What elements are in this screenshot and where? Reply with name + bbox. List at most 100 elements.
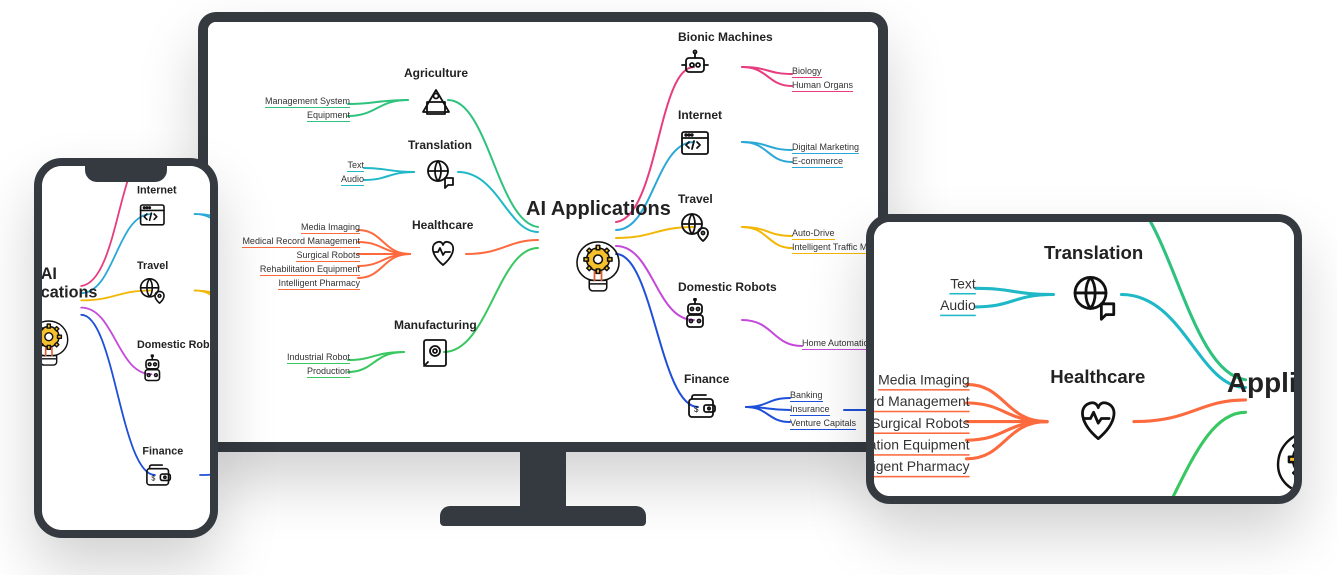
branch-label: Finance bbox=[142, 444, 183, 457]
robot-body-icon bbox=[137, 354, 168, 385]
code-window-icon bbox=[137, 200, 168, 231]
leaf: Venture Capitals bbox=[790, 418, 856, 430]
branch-domestic-robots: Domestic Robots bbox=[137, 338, 210, 385]
branch-travel: Travel bbox=[137, 259, 168, 306]
leaf: E-commerce bbox=[792, 156, 843, 168]
mindmap-title: AI Applications bbox=[526, 198, 671, 221]
leaves-bionic: Biology Human Organs bbox=[792, 66, 853, 92]
mindmap-title: AI Applications bbox=[42, 264, 97, 302]
branch-label: Internet bbox=[678, 108, 722, 122]
leaf: Production bbox=[307, 366, 350, 378]
gear-doc-icon bbox=[418, 336, 452, 370]
leaf: Management System bbox=[265, 96, 350, 108]
globe-speech-icon bbox=[423, 156, 457, 190]
lightbulb-gear-icon bbox=[570, 227, 626, 297]
branch-internet: Internet bbox=[137, 183, 177, 230]
phone-notch bbox=[85, 166, 167, 182]
branch-label: Travel bbox=[137, 259, 168, 272]
branch-label: Translation bbox=[1044, 242, 1143, 264]
leaf: Media Imaging bbox=[878, 372, 970, 391]
leaf: Medical Record Management bbox=[874, 394, 970, 413]
monitor-base bbox=[440, 506, 646, 526]
leaf: Home Automation bbox=[802, 338, 874, 350]
branch-label: Bionic Machines bbox=[678, 30, 773, 44]
branch-label: Internet bbox=[137, 183, 177, 196]
leaf: Insurance bbox=[790, 404, 830, 416]
leaves-finance: Banking Insurance Venture Capitals bbox=[790, 390, 856, 430]
leaves-internet: Digital Marketing E-commerce bbox=[792, 142, 859, 168]
leaf: Rehabilitation Equipment bbox=[874, 437, 970, 456]
branch-label: Agriculture bbox=[404, 66, 468, 80]
globe-speech-icon bbox=[1067, 270, 1120, 323]
branch-healthcare: Healthcare bbox=[412, 218, 473, 270]
branch-label: Healthcare bbox=[412, 218, 473, 232]
branch-domestic-robots: Domestic Robots bbox=[678, 280, 777, 332]
branch-finance: Finance bbox=[142, 444, 183, 491]
leaf: Industrial Robot bbox=[287, 352, 350, 364]
mindmap-center-tablet: AI Applications bbox=[1227, 335, 1294, 496]
branch-manufacturing: Manufacturing bbox=[394, 318, 477, 370]
monitor-neck bbox=[520, 452, 566, 512]
leaf: Media Imaging bbox=[301, 222, 360, 234]
leaves-healthcare: Media Imaging Medical Record Management … bbox=[220, 222, 360, 290]
monitor-device: AI Applications Agriculture Management S… bbox=[198, 12, 888, 452]
leaves-manufacturing: Industrial Robot Production bbox=[260, 352, 350, 378]
globe-pin-icon bbox=[137, 275, 168, 306]
heart-pulse-icon bbox=[1071, 394, 1124, 447]
leaf: Audio bbox=[940, 298, 976, 317]
branch-agriculture: Agriculture bbox=[404, 66, 468, 118]
leaf: Intelligent Pharmacy bbox=[278, 278, 360, 290]
branch-label: Travel bbox=[678, 192, 713, 206]
leaves-translation: Text Audio bbox=[883, 276, 976, 316]
leaf: Text bbox=[950, 276, 976, 295]
leaves-healthcare: Media Imaging Medical Record Management … bbox=[874, 372, 970, 477]
branch-label: Healthcare bbox=[1050, 366, 1145, 388]
leaf: Audio bbox=[341, 174, 364, 186]
leaf: Medical Record Management bbox=[242, 236, 360, 248]
branch-label: Manufacturing bbox=[394, 318, 477, 332]
mindmap-center: AI Applications bbox=[526, 198, 671, 297]
leaf: Banking bbox=[790, 390, 823, 402]
branch-internet: Internet bbox=[678, 108, 722, 160]
branch-finance: Finance bbox=[684, 372, 729, 424]
leaf: Surgical Robots bbox=[874, 415, 970, 434]
leaf: Auto-Drive bbox=[792, 228, 835, 240]
branch-label: Finance bbox=[684, 372, 729, 386]
leaf: Rehabilitation Equipment bbox=[260, 264, 360, 276]
robot-head-icon bbox=[678, 48, 712, 82]
branch-label: Domestic Robots bbox=[678, 280, 777, 294]
branch-travel: Travel bbox=[678, 192, 713, 244]
leaf: Equipment bbox=[307, 110, 350, 122]
wallet-icon bbox=[684, 390, 718, 424]
phone-screen: AI Applications Internet Travel Domestic… bbox=[42, 166, 210, 530]
leaf: Intelligent Pharmacy bbox=[874, 459, 970, 478]
leaf: Human Organs bbox=[792, 80, 853, 92]
leaf: Biology bbox=[792, 66, 822, 78]
tablet-device: AI Applications Translation Text Audio H… bbox=[866, 214, 1302, 504]
leaf: Text bbox=[347, 160, 364, 172]
heart-pulse-icon bbox=[426, 236, 460, 270]
leaves-domestic: Home Automation bbox=[802, 338, 874, 350]
leaf: Digital Marketing bbox=[792, 142, 859, 154]
monitor-screen: AI Applications Agriculture Management S… bbox=[208, 22, 878, 442]
lightbulb-gear-icon bbox=[42, 308, 74, 371]
lightbulb-gear-icon bbox=[1267, 409, 1294, 496]
leaf: Surgical Robots bbox=[296, 250, 360, 262]
branch-bionic-machines: Bionic Machines bbox=[678, 30, 773, 82]
barn-icon bbox=[419, 84, 453, 118]
branch-label: Domestic Robots bbox=[137, 338, 210, 351]
tablet-screen: AI Applications Translation Text Audio H… bbox=[874, 222, 1294, 496]
branch-label: Translation bbox=[408, 138, 472, 152]
mindmap-center-phone: AI Applications bbox=[42, 264, 97, 370]
branch-translation: Translation bbox=[1044, 242, 1143, 323]
leaves-translation: Text Audio bbox=[304, 160, 364, 186]
branch-healthcare: Healthcare bbox=[1050, 366, 1145, 447]
mindmap-title: AI Applications bbox=[1227, 335, 1294, 400]
phone-device: AI Applications Internet Travel Domestic… bbox=[34, 158, 218, 538]
robot-body-icon bbox=[678, 298, 712, 332]
branch-translation: Translation bbox=[408, 138, 472, 190]
wallet-icon bbox=[142, 461, 173, 492]
globe-pin-icon bbox=[678, 210, 712, 244]
leaves-agriculture: Management System Equipment bbox=[238, 96, 350, 122]
code-window-icon bbox=[678, 126, 712, 160]
